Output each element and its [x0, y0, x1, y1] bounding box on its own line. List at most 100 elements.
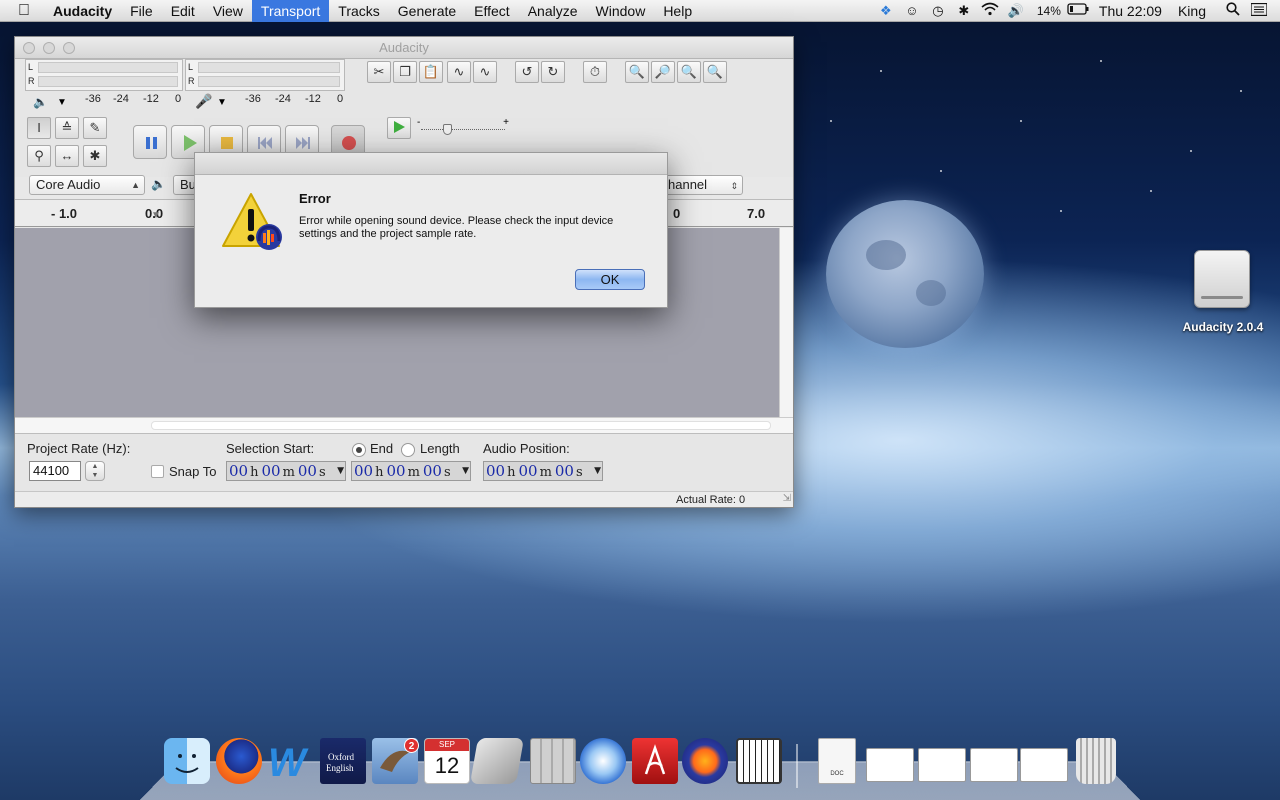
calendar-icon[interactable]: SEP 12 — [424, 738, 470, 784]
minimized-window-4-icon[interactable] — [1020, 748, 1068, 782]
safari-icon[interactable] — [580, 738, 626, 784]
word-w-icon[interactable]: W — [266, 738, 312, 785]
selection-start-time[interactable]: 00 h 00 m 00 s ▼ — [226, 461, 346, 481]
cut-button[interactable]: ✂ — [367, 61, 391, 83]
notification-center-icon[interactable] — [1248, 2, 1270, 19]
window-titlebar[interactable]: Audacity — [15, 37, 793, 59]
minimized-window-1-icon[interactable] — [866, 748, 914, 782]
spotlight-search-icon[interactable] — [1222, 2, 1244, 19]
menu-user-name[interactable]: King — [1178, 3, 1206, 19]
sync-lock-button[interactable]: ⏱ — [583, 61, 607, 83]
end-radio[interactable] — [352, 443, 366, 457]
zoom-tool-button[interactable]: ⚲ — [27, 145, 51, 167]
audio-position-time[interactable]: 00 h 00 m 00 s ▼ — [483, 461, 603, 481]
project-rate-input[interactable]: 44100 — [29, 461, 81, 481]
calculator-icon[interactable] — [530, 738, 576, 784]
input-channels-select[interactable]: hannel ⇕ — [661, 175, 743, 195]
menu-window[interactable]: Window — [587, 0, 655, 22]
minimized-window-3-icon[interactable] — [970, 748, 1018, 782]
trash-icon[interactable] — [1076, 738, 1116, 784]
envelope-tool-button[interactable]: ≙ — [55, 117, 79, 139]
ok-button[interactable]: OK — [575, 269, 645, 290]
recording-meter-dropdown-icon[interactable]: ▼ — [217, 97, 227, 108]
resize-grip-icon[interactable]: ⇲ — [783, 493, 791, 504]
dialog-titlebar[interactable] — [195, 153, 667, 175]
bluetooth-icon[interactable]: ✱ — [953, 3, 975, 19]
input-channels-value: hannel — [668, 177, 708, 192]
menu-transport[interactable]: Transport — [251, 0, 330, 22]
copy-button[interactable]: ❐ — [393, 61, 417, 83]
playback-scale-24: -24 — [113, 93, 129, 105]
length-radio[interactable] — [401, 443, 415, 457]
menu-effect[interactable]: Effect — [465, 0, 519, 22]
firefox-icon[interactable] — [216, 738, 262, 784]
zoom-out-button[interactable]: 🔎 — [651, 61, 675, 83]
horizontal-scroll-thumb[interactable] — [151, 421, 771, 430]
play-at-speed-button[interactable] — [387, 117, 411, 139]
minutes-unit: m — [282, 465, 295, 480]
mail-badge: 2 — [404, 738, 419, 753]
menu-tracks[interactable]: Tracks — [329, 0, 388, 22]
redo-button[interactable]: ↻ — [541, 61, 565, 83]
horizontal-scrollbar[interactable] — [15, 417, 793, 433]
preview-icon[interactable] — [469, 738, 525, 784]
document-stack-label: DOC — [830, 771, 844, 777]
close-window-button[interactable] — [23, 42, 35, 54]
menu-app-name[interactable]: Audacity — [44, 0, 121, 22]
menu-help[interactable]: Help — [654, 0, 701, 22]
playback-meter[interactable]: L R — [25, 59, 183, 91]
snap-to-checkbox[interactable] — [151, 465, 164, 478]
accessibility-icon[interactable]: ☺ — [901, 3, 923, 18]
menu-edit[interactable]: Edit — [162, 0, 204, 22]
fit-selection-button[interactable]: 🔍 — [677, 61, 701, 83]
zoom-in-button[interactable]: 🔍 — [625, 61, 649, 83]
menu-view[interactable]: View — [204, 0, 252, 22]
oxford-dictionary-icon[interactable]: Oxford English — [320, 738, 366, 784]
volume-icon[interactable]: 🔊 — [1005, 3, 1027, 19]
time-format-dropdown-icon[interactable]: ▼ — [594, 462, 601, 480]
microphone-icon[interactable]: 🎤 — [195, 93, 212, 110]
minimized-window-2-icon[interactable] — [918, 748, 966, 782]
silence-button[interactable]: ∿ — [473, 61, 497, 83]
dropbox-icon[interactable]: ❖ — [875, 3, 897, 19]
audio-host-select[interactable]: Core Audio ▲ — [29, 175, 145, 195]
multi-tool-button[interactable]: ✱ — [83, 145, 107, 167]
svg-text:W: W — [268, 741, 309, 784]
recording-meter[interactable]: L R — [185, 59, 345, 91]
trim-button[interactable]: ∿ — [447, 61, 471, 83]
apple-menu-icon[interactable]:  — [18, 2, 36, 20]
audacity-dock-icon[interactable] — [682, 738, 728, 784]
speaker-icon[interactable]: 🔈 — [33, 95, 48, 109]
time-format-dropdown-icon[interactable]: ▼ — [462, 462, 469, 480]
undo-button[interactable]: ↺ — [515, 61, 539, 83]
desktop-disk-image[interactable]: Audacity 2.0.4 — [1178, 250, 1268, 340]
time-shift-tool-button[interactable]: ↔ — [55, 145, 79, 167]
vertical-scrollbar[interactable] — [779, 228, 793, 417]
acrobat-reader-icon[interactable] — [632, 738, 678, 784]
menu-clock[interactable]: Thu 22:09 — [1099, 3, 1162, 19]
finder-icon[interactable] — [164, 738, 210, 784]
playback-meter-left-label: L — [28, 62, 34, 72]
project-rate-stepper[interactable]: ▲ ▼ — [85, 461, 105, 481]
minimize-window-button[interactable] — [43, 42, 55, 54]
wifi-icon[interactable] — [979, 2, 1001, 19]
playback-meter-dropdown-icon[interactable]: ▼ — [57, 97, 67, 108]
time-format-dropdown-icon[interactable]: ▼ — [337, 462, 344, 480]
length-label: Length — [420, 441, 460, 456]
menu-file[interactable]: File — [121, 0, 162, 22]
time-machine-icon[interactable]: ◷ — [927, 3, 949, 19]
play-head-marker-icon: ▼ — [151, 210, 161, 221]
menu-analyze[interactable]: Analyze — [519, 0, 587, 22]
piano-keyboard-icon[interactable] — [736, 738, 782, 784]
menu-generate[interactable]: Generate — [389, 0, 465, 22]
fit-project-button[interactable]: 🔍 — [703, 61, 727, 83]
pause-button[interactable] — [133, 125, 167, 159]
selection-end-time[interactable]: 00 h 00 m 00 s ▼ — [351, 461, 471, 481]
document-stack-icon[interactable]: DOC — [818, 738, 856, 784]
paste-button[interactable]: 📋 — [419, 61, 443, 83]
draw-tool-button[interactable]: ✎ — [83, 117, 107, 139]
zoom-window-button[interactable] — [63, 42, 75, 54]
battery-icon[interactable] — [1067, 3, 1089, 18]
playback-speed-slider[interactable]: - + — [417, 117, 509, 137]
selection-tool-button[interactable]: I — [27, 117, 51, 139]
